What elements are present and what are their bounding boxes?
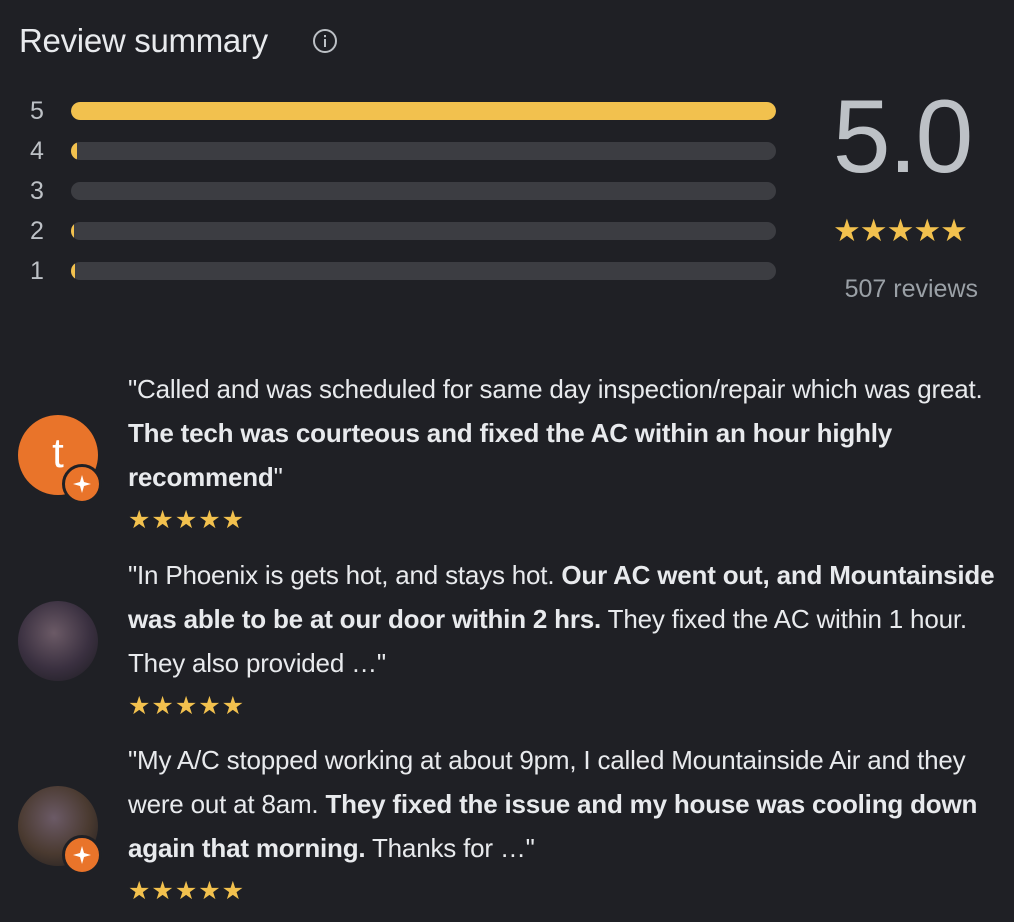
rating-bar-label: 3 (30, 177, 44, 205)
rating-bar-fill (71, 102, 776, 120)
review-text: " (273, 462, 283, 492)
rating-bar-track (71, 262, 776, 280)
review-text: "Called and was scheduled for same day i… (128, 374, 983, 404)
rating-bar-label: 1 (30, 257, 44, 285)
rating-bar-label: 4 (30, 137, 44, 165)
rating-bar-fill (71, 142, 77, 160)
rating-bar-fill (71, 262, 75, 280)
rating-bar-track (71, 222, 776, 240)
rating-bar-1[interactable]: 1 (30, 258, 780, 284)
rating-bar-2[interactable]: 2 (30, 218, 780, 244)
review-quote: "In Phoenix is gets hot, and stays hot. … (128, 553, 998, 685)
local-guide-badge-icon (62, 464, 102, 504)
review-star-rating: ★★★★★ (128, 691, 246, 720)
review-text: "In Phoenix is gets hot, and stays hot. (128, 560, 562, 590)
rating-bar-fill (71, 222, 74, 240)
info-icon[interactable] (312, 28, 338, 54)
local-guide-badge-icon (62, 835, 102, 875)
review-star-rating: ★★★★★ (128, 876, 246, 905)
reviewer-avatar[interactable] (18, 601, 98, 681)
review-count-link[interactable]: 507 reviews (826, 275, 978, 304)
rating-bar-track (71, 102, 776, 120)
review-quote: "Called and was scheduled for same day i… (128, 367, 998, 499)
review-star-rating: ★★★★★ (128, 505, 246, 534)
rating-bar-4[interactable]: 4 (30, 138, 780, 164)
review-summary-title: Review summary (19, 22, 268, 59)
average-rating-stars: ★★★★★ (833, 213, 968, 249)
average-rating: 5.0 (832, 79, 974, 195)
rating-bar-3[interactable]: 3 (30, 178, 780, 204)
review-quote: "My A/C stopped working at about 9pm, I … (128, 738, 998, 870)
rating-bar-track (71, 142, 776, 160)
review-text: Thanks for …" (365, 833, 535, 863)
rating-bar-label: 2 (30, 217, 44, 245)
review-highlight: The tech was courteous and fixed the AC … (128, 418, 893, 492)
rating-bar-5[interactable]: 5 (30, 98, 780, 124)
rating-bar-track (71, 182, 776, 200)
rating-bar-label: 5 (30, 97, 44, 125)
